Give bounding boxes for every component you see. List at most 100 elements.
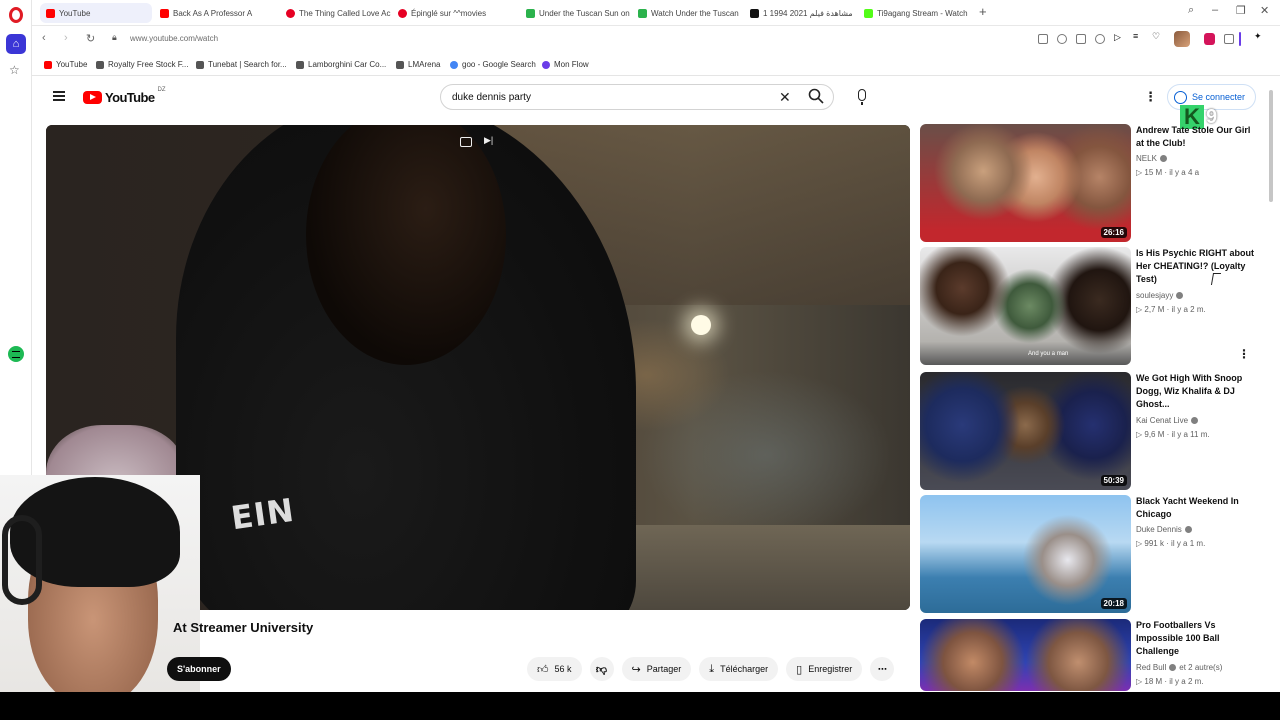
extension-avatar-icon[interactable] [1174,31,1190,47]
share-icon[interactable] [1038,34,1048,44]
share-label: Partager [646,664,682,674]
page-scrollbar[interactable] [1268,88,1274,688]
channel-name[interactable]: soulesjayy [1136,291,1184,300]
bookmark-mon-flow[interactable]: Mon Flow [542,60,589,69]
thumbnail-caption: And you a man [1028,351,1069,357]
flow-icon [542,60,550,69]
video-title[interactable]: Black Yacht Weekend In Chicago [1136,495,1260,521]
video-thumbnail[interactable] [920,619,1131,691]
youtube-wordmark: YouTube [105,90,155,105]
close-window-icon[interactable]: ✕ [1260,4,1269,17]
tab-kick-stream[interactable]: Ti9agang Stream - Watch [858,3,970,23]
bookmark-tunebat[interactable]: Tunebat | Search for... [196,60,287,69]
youtube-play-icon [83,91,102,104]
home-icon[interactable]: ⌂ [6,34,26,54]
subscribe-button[interactable]: S'abonner [167,657,231,681]
video-title[interactable]: Is His Psychic RIGHT about Her CHEATING!… [1136,247,1260,286]
bookmark-label: YouTube [56,60,88,69]
tab-epingle[interactable]: Épinglé sur ^^movies [392,3,504,23]
video-title[interactable]: We Got High With Snoop Dogg, Wiz Khalifa… [1136,372,1260,411]
menu-lines-icon[interactable]: ≡ [1133,31,1143,41]
bookmark-label: LMArena [408,60,441,69]
search-tabs-icon[interactable]: ⌕ [1188,4,1194,17]
bookmark-youtube[interactable]: YouTube [44,60,87,69]
spotify-icon[interactable] [8,346,24,362]
search-input[interactable]: duke dennis party [452,92,531,103]
shield-icon[interactable] [1076,34,1086,44]
share-button[interactable]: ↪ Partager [621,657,692,681]
share-arrow-icon: ↪ [631,663,641,676]
recommendation-item[interactable]: 20:18 Black Yacht Weekend In Chicago Duk… [920,495,1265,613]
lock-icon[interactable]: 🔒︎ [112,32,117,43]
video-thumbnail[interactable]: And you a man [920,247,1131,365]
youtube-logo[interactable]: YouTube DZ [83,87,166,105]
bookmark-lamborghini[interactable]: Lamborghini Car Co... [296,60,386,69]
tab-professor[interactable]: Back As A Professor A [154,3,266,23]
url-field[interactable]: www.youtube.com/watch [130,34,218,43]
channel-name[interactable]: NELK [1136,154,1167,163]
recommendation-item[interactable]: 50:39 We Got High With Snoop Dogg, Wiz K… [920,372,1265,490]
microphone-icon[interactable] [858,89,866,105]
dislike-button[interactable]: 👎︎ [589,657,614,681]
heart-icon[interactable]: ♡ [1152,31,1162,41]
recommendation-item[interactable]: 26:16 Andrew Tate Stole Our Girl at the … [920,124,1265,242]
bookmark-lmarena[interactable]: LMArena [396,60,440,69]
clear-search-icon[interactable]: ✕ [779,89,791,106]
hamburger-menu-icon[interactable] [53,91,65,101]
video-thumbnail[interactable]: 20:18 [920,495,1131,613]
like-button[interactable]: 👍︎ 56 k [527,657,582,681]
channel-name[interactable]: Duke Dennis [1136,525,1192,534]
pinterest-favicon-icon [398,8,407,18]
tab-youtube[interactable]: YouTube [40,3,152,23]
tab-tuscan-sun[interactable]: Under the Tuscan Sun on [520,3,632,23]
youtube-header: YouTube DZ duke dennis party ✕ ⋮ Se conn… [32,76,1268,120]
pin-icon[interactable]: ☆ [9,63,20,77]
tab-watch-tuscan[interactable]: Watch Under the Tuscan [632,3,744,23]
settings-kebab-icon[interactable]: ⋮ [1144,90,1157,103]
video-title[interactable]: Andrew Tate Stole Our Girl at the Club! [1136,124,1260,150]
tab-thing-called-love[interactable]: The Thing Called Love Ac [280,3,392,23]
next-video-icon[interactable]: ▶| [484,135,496,145]
puzzle-icon[interactable] [1224,34,1234,44]
play-icon[interactable]: ▷ [1114,32,1124,42]
more-options-icon[interactable]: ⋮ [1238,347,1250,361]
forward-icon[interactable]: › [64,32,68,44]
new-tab-button[interactable]: + [979,4,987,19]
recommendation-item[interactable]: Pro Footballers Vs Impossible 100 Ball C… [920,619,1265,691]
video-title[interactable]: Pro Footballers Vs Impossible 100 Ball C… [1136,619,1260,658]
back-icon[interactable]: ‹ [42,32,46,44]
scrollbar-thumb[interactable] [1269,90,1273,202]
maximize-icon[interactable]: ❐ [1236,4,1246,17]
account-icon [1174,90,1187,104]
vpn-icon[interactable] [1095,34,1105,44]
search-icon[interactable] [808,88,824,104]
save-button[interactable]: ▯ Enregistrer [786,657,863,681]
minimize-icon[interactable]: – [1212,4,1218,16]
tab-arabic-movie[interactable]: 1 1994 2021 مشاهدة فيلم [744,3,860,23]
country-code: DZ [157,87,166,93]
camera-icon[interactable] [1057,34,1067,44]
search-box[interactable]: duke dennis party ✕ [440,84,834,110]
download-button[interactable]: ⤓ Télécharger [699,657,779,681]
bookmark-google-search[interactable]: goo - Google Search [450,60,536,69]
video-thumbnail[interactable]: 26:16 [920,124,1131,242]
reload-icon[interactable]: ↻ [86,32,95,45]
miniplayer-icon[interactable] [460,137,472,147]
opera-logo-icon[interactable] [9,7,23,23]
tab-label: Ti9agang Stream - Watch [877,8,968,18]
extension-red-icon[interactable] [1204,33,1215,45]
bookmark-label: Lamborghini Car Co... [308,60,387,69]
bookmark-royalty-free[interactable]: Royalty Free Stock F... [96,60,188,69]
verified-icon [1159,155,1167,162]
channel-name[interactable]: Red Bull et 2 autre(s) [1136,663,1222,672]
channel-label: Red Bull [1136,663,1167,672]
tab-label: Watch Under the Tuscan [651,8,739,18]
channel-label: Kai Cenat Live [1136,416,1189,425]
ai-icon[interactable]: ✦ [1254,31,1264,41]
like-count: 56 k [554,664,572,674]
meta-label: 15 M · il y a 4 a [1144,168,1200,177]
recommendation-item[interactable]: And you a man Is His Psychic RIGHT about… [920,247,1265,365]
channel-name[interactable]: Kai Cenat Live [1136,416,1199,425]
video-thumbnail[interactable]: 50:39 [920,372,1131,490]
more-actions-button[interactable]: ⋯ [870,657,895,681]
